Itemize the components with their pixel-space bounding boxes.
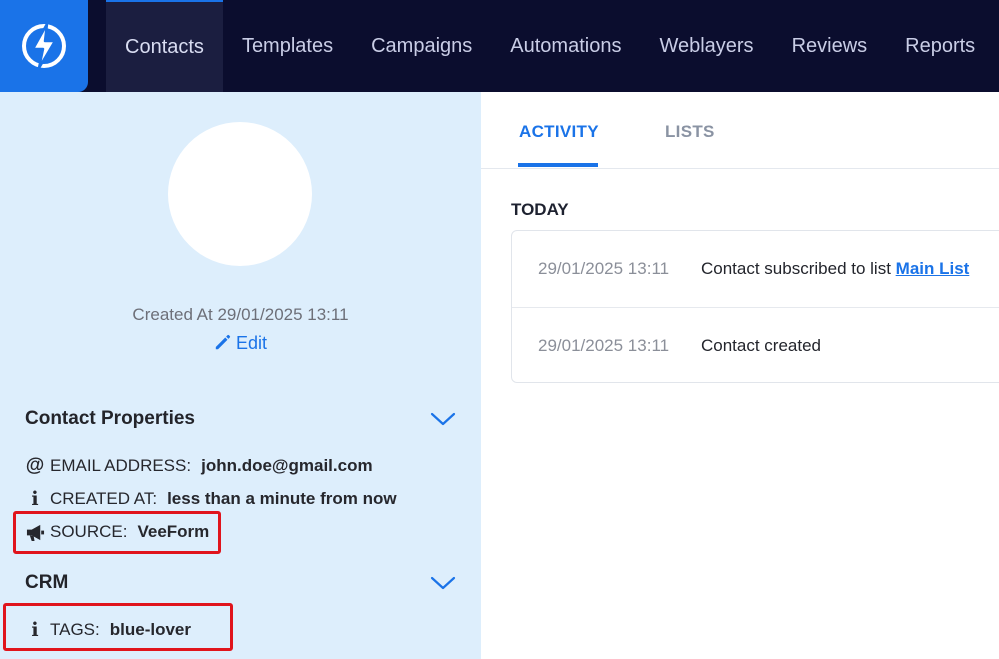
edit-contact-link[interactable]: Edit (0, 333, 481, 354)
at-icon: @ (25, 455, 45, 476)
chevron-down-icon[interactable] (430, 575, 456, 591)
info-icon: i (31, 619, 39, 641)
property-created-at: i CREATED AT: less than a minute from no… (25, 488, 397, 510)
property-source: SOURCE: VeeForm (25, 522, 209, 542)
activity-time: 29/01/2025 13:11 (538, 335, 670, 355)
crm-title: CRM (25, 572, 69, 593)
avatar (168, 122, 312, 266)
main-list-link[interactable]: Main List (896, 259, 970, 278)
created-at-text: Created At 29/01/2025 13:11 (132, 305, 349, 324)
info-icon: i (31, 488, 39, 510)
property-value: less than a minute from now (167, 489, 397, 508)
tab-activity[interactable]: ACTIVITY (519, 122, 599, 142)
activity-group-label: TODAY (511, 200, 569, 219)
nav-contacts[interactable]: Contacts (106, 0, 223, 92)
top-navigation-bar: Contacts Templates Campaigns Automations… (0, 0, 999, 92)
property-tags: i TAGS: blue-lover (25, 619, 191, 641)
property-label: TAGS: (50, 620, 100, 639)
megaphone-icon (25, 522, 45, 542)
nav-reviews[interactable]: Reviews (773, 0, 887, 92)
activity-row: 29/01/2025 13:11 Contact created (512, 307, 999, 383)
active-tab-indicator (518, 163, 598, 167)
activity-text: Contact created (701, 335, 822, 355)
tab-lists[interactable]: LISTS (665, 122, 715, 142)
property-value: blue-lover (109, 620, 191, 639)
contact-properties-title: Contact Properties (25, 408, 195, 429)
activity-time: 29/01/2025 13:11 (538, 259, 670, 278)
nav-weblayers[interactable]: Weblayers (640, 0, 772, 92)
nav-campaigns[interactable]: Campaigns (352, 0, 491, 92)
activity-list: 29/01/2025 13:11 Contact subscribed to l… (511, 230, 999, 383)
chevron-down-icon[interactable] (430, 411, 456, 427)
lightning-bolt-icon (22, 22, 66, 70)
nav-automations[interactable]: Automations (491, 0, 640, 92)
nav-templates[interactable]: Templates (223, 0, 352, 92)
pencil-icon (215, 334, 231, 350)
contact-tabs: ACTIVITY LISTS (481, 92, 999, 169)
app-logo[interactable] (0, 0, 88, 92)
activity-row: 29/01/2025 13:11 Contact subscribed to l… (512, 231, 999, 307)
activity-text: Contact subscribed to list Main List (701, 259, 970, 278)
property-label: SOURCE: (50, 522, 128, 541)
property-label: EMAIL ADDRESS: (50, 456, 192, 475)
property-value: john.doe@gmail.com (201, 456, 373, 475)
contact-sidebar: Created At 29/01/2025 13:11 Edit Contact… (0, 92, 481, 659)
edit-label: Edit (235, 333, 268, 353)
nav-reports[interactable]: Reports (886, 0, 994, 92)
property-value: VeeForm (137, 522, 210, 541)
property-email: @ EMAIL ADDRESS: john.doe@gmail.com (25, 455, 373, 476)
property-label: CREATED AT: (50, 489, 158, 508)
